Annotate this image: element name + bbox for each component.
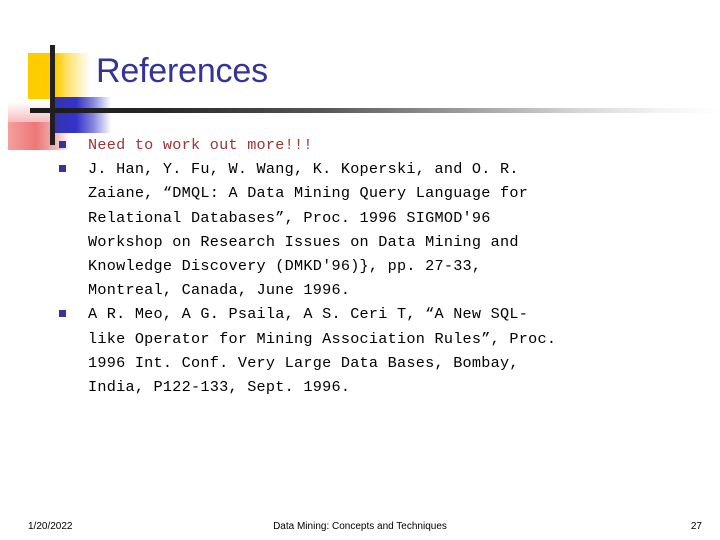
list-item: J. Han, Y. Fu, W. Wang, K. Koperski, and…	[56, 157, 716, 302]
slide-footer: 1/20/2022 Data Mining: Concepts and Tech…	[0, 519, 720, 539]
slide-body: Need to work out more!!! J. Han, Y. Fu, …	[56, 133, 716, 399]
page-title: References	[96, 52, 268, 90]
bullet-text-reference-2: A R. Meo, A G. Psaila, A S. Ceri T, “A N…	[88, 305, 557, 397]
bullet-text-reference-1: J. Han, Y. Fu, W. Wang, K. Koperski, and…	[88, 160, 529, 300]
blue-rectangle-icon	[53, 97, 111, 133]
list-item: A R. Meo, A G. Psaila, A S. Ceri T, “A N…	[56, 302, 716, 399]
horizontal-rule-icon	[30, 108, 720, 113]
list-item: Need to work out more!!!	[56, 133, 716, 157]
square-bullet-icon	[59, 165, 66, 173]
square-bullet-icon	[59, 141, 66, 148]
footer-title: Data Mining: Concepts and Techniques	[273, 521, 447, 532]
square-bullet-icon	[59, 310, 66, 318]
bullet-text-note: Need to work out more!!!	[88, 136, 313, 154]
vertical-rule-icon	[50, 45, 55, 145]
footer-page-number: 27	[690, 521, 702, 532]
yellow-square-icon	[28, 53, 90, 99]
slide-canvas: References Need to work out more!!! J. H…	[0, 0, 720, 540]
